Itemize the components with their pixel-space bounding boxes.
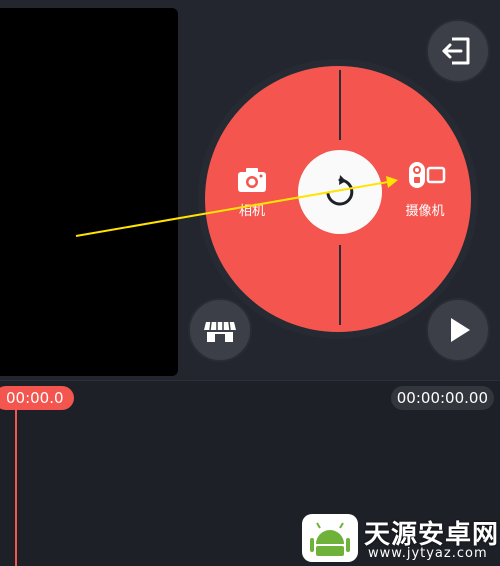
total-time-badge: 00:00:00.00 xyxy=(390,386,494,410)
camera-icon xyxy=(238,168,266,192)
switch-camera-button[interactable] xyxy=(298,150,382,234)
rotate-icon xyxy=(326,175,354,206)
camera-app: 相机 摄像机 00:00.0 00:00:00.00 天源安卓网 www.jyt… xyxy=(0,0,500,566)
play-button[interactable] xyxy=(426,298,490,362)
watermark: 天源安卓网 www.jytyaz.com xyxy=(298,512,498,564)
photo-mode-button[interactable]: 相机 xyxy=(230,166,274,219)
wheel-divider-top xyxy=(339,70,341,140)
video-mode-button[interactable]: 摄像机 xyxy=(395,160,455,219)
video-camera-icon xyxy=(409,162,446,188)
store-icon xyxy=(204,321,236,342)
store-button[interactable] xyxy=(188,298,252,362)
android-logo-icon xyxy=(302,514,358,562)
photo-mode-label: 相机 xyxy=(238,204,265,219)
wheel-divider-bottom xyxy=(339,245,341,325)
exit-icon xyxy=(442,37,470,65)
camera-preview xyxy=(0,8,178,376)
exit-button[interactable] xyxy=(426,19,490,83)
watermark-url: www.jytyaz.com xyxy=(368,546,488,561)
current-time-badge: 00:00.0 xyxy=(0,386,74,410)
playhead[interactable] xyxy=(15,408,17,566)
play-icon xyxy=(451,318,470,342)
video-mode-label: 摄像机 xyxy=(405,204,445,219)
